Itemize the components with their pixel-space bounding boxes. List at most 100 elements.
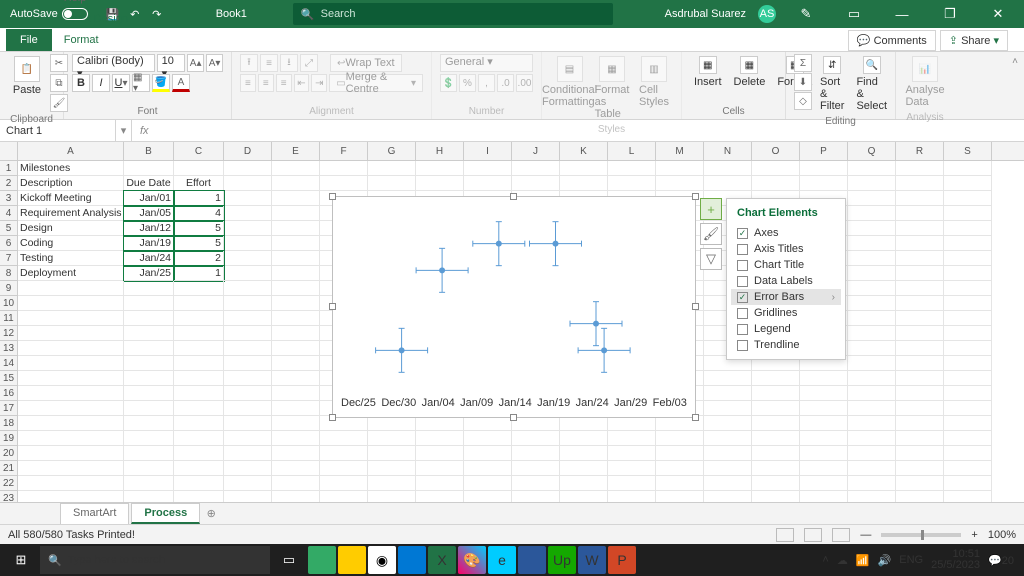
cell[interactable] [944, 161, 992, 176]
cell[interactable] [174, 386, 224, 401]
column-header[interactable]: F [320, 142, 368, 160]
ribbon-mode-icon[interactable]: ▭ [836, 0, 872, 28]
name-box-dropdown-icon[interactable]: ▾ [116, 120, 132, 141]
clear-icon[interactable]: ◇ [794, 92, 812, 110]
paste-button[interactable]: 📋 Paste [8, 54, 46, 98]
cell[interactable] [704, 161, 752, 176]
column-header[interactable]: O [752, 142, 800, 160]
cell[interactable] [896, 266, 944, 281]
cell[interactable]: Jan/05 [124, 206, 174, 221]
font-name-select[interactable]: Calibri (Body) ▾ [72, 54, 155, 72]
powerpoint-icon[interactable]: P [608, 546, 636, 574]
cell[interactable] [512, 491, 560, 502]
chart-styles-button[interactable]: 🖌 [700, 223, 722, 245]
cell[interactable] [224, 416, 272, 431]
column-header[interactable]: N [704, 142, 752, 160]
tab-format[interactable]: Format [54, 30, 138, 51]
resize-handle[interactable] [329, 193, 336, 200]
page-break-view-icon[interactable] [832, 528, 850, 542]
cell[interactable] [896, 386, 944, 401]
cell[interactable] [704, 371, 752, 386]
cell[interactable] [704, 476, 752, 491]
delete-cells-button[interactable]: ▦Delete [730, 54, 770, 90]
cell[interactable] [704, 461, 752, 476]
chart-element-trendline[interactable]: Trendline [731, 337, 841, 353]
cell[interactable] [800, 476, 848, 491]
cell[interactable] [224, 491, 272, 502]
row-header[interactable]: 3 [0, 191, 18, 206]
taskbar-app-icon[interactable] [338, 546, 366, 574]
cell[interactable] [896, 176, 944, 191]
fill-color-button[interactable]: 🪣 [152, 74, 170, 92]
align-bottom-icon[interactable]: ⭳ [280, 54, 298, 72]
cell[interactable] [124, 446, 174, 461]
cell[interactable] [800, 431, 848, 446]
cell[interactable] [848, 236, 896, 251]
cell[interactable] [560, 491, 608, 502]
cell[interactable] [752, 401, 800, 416]
tray-wifi-icon[interactable]: 📶 [856, 554, 870, 567]
cell[interactable] [752, 176, 800, 191]
cell[interactable] [704, 416, 752, 431]
taskbar-app-icon[interactable] [308, 546, 336, 574]
cell[interactable] [704, 446, 752, 461]
resize-handle[interactable] [510, 414, 517, 421]
cell[interactable] [368, 176, 416, 191]
chart-element-axes[interactable]: ✓Axes [731, 225, 841, 241]
cell[interactable] [896, 191, 944, 206]
cell[interactable] [608, 461, 656, 476]
cell[interactable] [848, 206, 896, 221]
format-as-table-button[interactable]: ▦Format as Table [593, 54, 631, 122]
cell[interactable] [272, 386, 320, 401]
start-button[interactable]: ⊞ [4, 546, 38, 574]
chart-element-data-labels[interactable]: Data Labels [731, 273, 841, 289]
cell[interactable] [272, 266, 320, 281]
cell[interactable] [272, 311, 320, 326]
cell[interactable] [560, 446, 608, 461]
cell[interactable] [896, 221, 944, 236]
cell-styles-button[interactable]: ▥Cell Styles [635, 54, 673, 110]
cell[interactable] [896, 236, 944, 251]
cell[interactable] [848, 161, 896, 176]
row-header[interactable]: 23 [0, 491, 18, 502]
row-header[interactable]: 4 [0, 206, 18, 221]
cell[interactable] [320, 416, 368, 431]
cell[interactable] [752, 416, 800, 431]
cell[interactable] [272, 401, 320, 416]
cell[interactable] [368, 431, 416, 446]
cell[interactable] [224, 161, 272, 176]
cell[interactable] [174, 296, 224, 311]
cell[interactable]: 1 [174, 266, 224, 281]
cell[interactable] [944, 401, 992, 416]
cell[interactable]: Jan/24 [124, 251, 174, 266]
cell[interactable] [944, 311, 992, 326]
chrome-icon[interactable]: ◉ [368, 546, 396, 574]
cell[interactable] [368, 446, 416, 461]
cell[interactable] [512, 431, 560, 446]
cell[interactable] [656, 446, 704, 461]
cell[interactable] [656, 491, 704, 502]
cell[interactable] [18, 371, 124, 386]
cell[interactable] [944, 221, 992, 236]
cell[interactable] [416, 491, 464, 502]
maximize-icon[interactable]: ❐ [932, 0, 968, 28]
cell[interactable] [224, 326, 272, 341]
cell[interactable] [18, 461, 124, 476]
tray-clock[interactable]: 10:5125/5/2023 [931, 549, 980, 571]
cell[interactable] [944, 416, 992, 431]
cell[interactable] [848, 251, 896, 266]
column-header[interactable]: H [416, 142, 464, 160]
cell[interactable] [174, 311, 224, 326]
cell[interactable]: Jan/19 [124, 236, 174, 251]
cell[interactable] [944, 356, 992, 371]
cell[interactable] [224, 176, 272, 191]
cell[interactable] [174, 491, 224, 502]
cell[interactable] [124, 401, 174, 416]
cell[interactable] [18, 491, 124, 502]
cell[interactable] [944, 341, 992, 356]
cell[interactable] [896, 446, 944, 461]
cell[interactable] [704, 176, 752, 191]
row-header[interactable]: 10 [0, 296, 18, 311]
cell[interactable] [464, 461, 512, 476]
cell[interactable] [848, 326, 896, 341]
